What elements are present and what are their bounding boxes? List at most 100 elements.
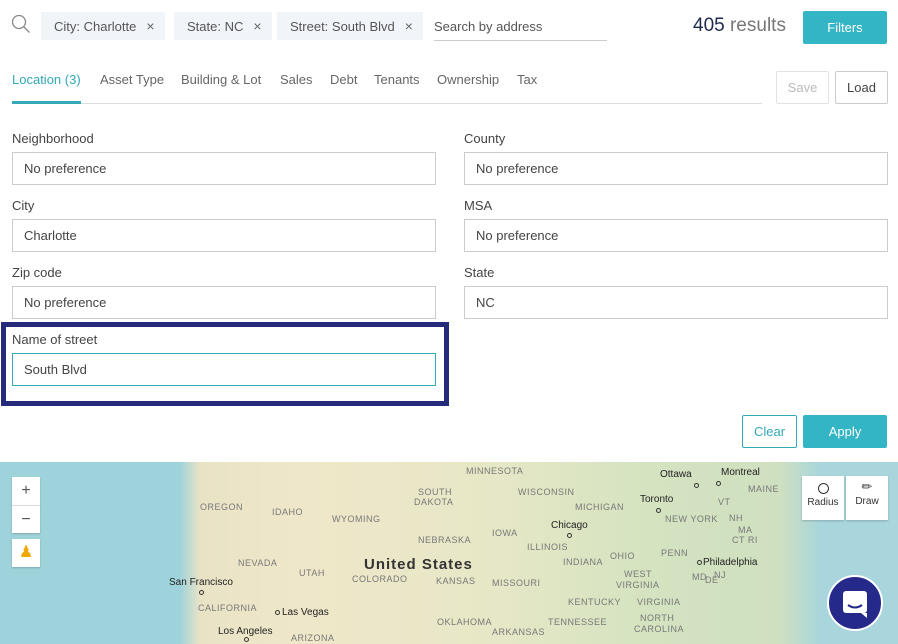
radius-tool-button[interactable]: Radius <box>802 476 844 520</box>
map-city-marker <box>275 610 280 615</box>
map-state-label: COLORADO <box>352 574 408 584</box>
map-state-label: NH <box>729 513 743 523</box>
filter-chip-state: State: NC × <box>174 12 272 40</box>
map-state-label: MINNESOTA <box>466 466 524 476</box>
search-bar: City: Charlotte × State: NC × Street: Sout… <box>0 0 898 56</box>
address-search-input[interactable] <box>434 12 607 41</box>
state-field[interactable]: NC <box>464 286 888 319</box>
close-icon[interactable]: × <box>253 18 261 34</box>
map[interactable]: MINNESOTA SOUTH DAKOTA WISCONSIN MICHIGAN ORE… <box>0 462 898 644</box>
map-state-label: MA <box>738 525 753 535</box>
map-city-label: Toronto <box>640 494 674 505</box>
zoom-in-button[interactable]: + <box>12 477 40 505</box>
map-state-label: IOWA <box>492 528 518 538</box>
map-state-label: KENTUCKY <box>568 597 622 607</box>
close-icon[interactable]: × <box>146 18 154 34</box>
map-state-label: VIRGINIA <box>616 580 660 590</box>
tab-asset-type[interactable]: Asset Type <box>100 72 164 87</box>
county-field[interactable]: No preference <box>464 152 888 185</box>
map-city-marker <box>656 508 661 513</box>
map-state-label: ILLINOIS <box>527 542 569 552</box>
map-state-label: VT <box>718 497 731 507</box>
msa-field[interactable]: No preference <box>464 219 888 252</box>
map-city-label: Montreal <box>721 467 760 478</box>
filter-chip-city: City: Charlotte × <box>41 12 165 40</box>
pencil-icon: ✏ <box>861 479 873 494</box>
chat-button[interactable] <box>827 575 883 631</box>
map-city-label: Ottawa <box>660 469 692 480</box>
street-view-pegman-icon[interactable]: ♟ <box>12 539 40 567</box>
map-state-label: ARIZONA <box>291 633 335 643</box>
draw-tool-button[interactable]: ✏ Draw <box>846 476 888 520</box>
tab-debt[interactable]: Debt <box>330 72 357 87</box>
map-state-label: CALIFORNIA <box>198 603 258 613</box>
map-city-label: San Francisco <box>169 577 233 588</box>
map-state-label: WISCONSIN <box>518 487 575 497</box>
map-state-label: UTAH <box>299 568 325 578</box>
save-button[interactable]: Save <box>776 71 829 104</box>
city-label: City <box>12 198 35 213</box>
tab-building-lot[interactable]: Building & Lot <box>181 72 261 87</box>
search-icon[interactable] <box>11 14 31 34</box>
chat-icon <box>843 591 867 618</box>
map-state-label: NORTH <box>640 613 675 623</box>
county-label: County <box>464 131 506 146</box>
map-state-label: WEST <box>624 569 652 579</box>
city-field[interactable]: Charlotte <box>12 219 436 252</box>
map-city-label: Philadelphia <box>703 557 758 568</box>
map-state-label: CAROLINA <box>634 624 685 634</box>
state-label: State <box>464 265 495 280</box>
filter-tabs: Location (3) Asset Type Building & Lot S… <box>12 64 762 104</box>
map-city-marker <box>694 483 699 488</box>
map-city-label: Los Angeles <box>218 626 273 637</box>
results-count: 405 results <box>693 15 786 36</box>
map-state-label: OHIO <box>610 551 636 561</box>
map-city-marker <box>716 481 721 486</box>
tab-sales[interactable]: Sales <box>280 72 313 87</box>
map-state-label: CT RI <box>732 535 758 545</box>
zip-code-label: Zip code <box>12 265 62 280</box>
close-icon[interactable]: × <box>405 18 413 34</box>
map-state-label: TENNESSEE <box>548 617 608 627</box>
map-state-label: MICHIGAN <box>575 502 624 512</box>
map-state-label: MAINE <box>748 484 780 494</box>
map-state-label: VIRGINIA <box>637 597 681 607</box>
street-name-label: Name of street <box>12 332 98 347</box>
circle-icon <box>817 483 829 494</box>
street-name-field[interactable]: South Blvd <box>12 353 436 386</box>
map-state-label: PENN <box>661 548 689 558</box>
filters-button[interactable]: Filters <box>803 11 887 44</box>
map-state-label: INDIANA <box>563 557 604 567</box>
neighborhood-label: Neighborhood <box>12 131 94 146</box>
zip-code-field[interactable]: No preference <box>12 286 436 319</box>
map-state-label: MISSOURI <box>492 578 541 588</box>
tab-tenants[interactable]: Tenants <box>374 72 420 87</box>
map-state-label: OREGON <box>200 502 244 512</box>
map-state-label: SOUTH <box>418 487 452 497</box>
map-state-label: IDAHO <box>272 507 304 517</box>
map-city-marker <box>567 533 572 538</box>
map-state-label: NEW YORK <box>665 514 718 524</box>
map-state-label: NJ <box>714 570 726 580</box>
zoom-out-button[interactable]: − <box>12 505 40 533</box>
map-city-marker <box>697 560 702 565</box>
map-city-marker <box>199 590 204 595</box>
map-state-label: WYOMING <box>332 514 381 524</box>
apply-button[interactable]: Apply <box>803 415 887 448</box>
map-state-label: DAKOTA <box>414 497 454 507</box>
neighborhood-field[interactable]: No preference <box>12 152 436 185</box>
map-state-label: ARKANSAS <box>492 627 546 637</box>
msa-label: MSA <box>464 198 493 213</box>
map-country-label: United States <box>364 556 473 573</box>
map-state-label: NEVADA <box>238 558 278 568</box>
tab-ownership[interactable]: Ownership <box>437 72 499 87</box>
clear-button[interactable]: Clear <box>742 415 797 448</box>
tab-tax[interactable]: Tax <box>517 72 537 87</box>
map-state-label: KANSAS <box>436 576 476 586</box>
load-button[interactable]: Load <box>835 71 888 104</box>
map-city-label: Chicago <box>551 520 588 531</box>
filter-chip-street: Street: South Blvd × <box>277 12 423 40</box>
tab-location[interactable]: Location (3) <box>12 72 81 104</box>
map-state-label: OKLAHOMA <box>437 617 493 627</box>
map-city-marker <box>244 637 249 642</box>
